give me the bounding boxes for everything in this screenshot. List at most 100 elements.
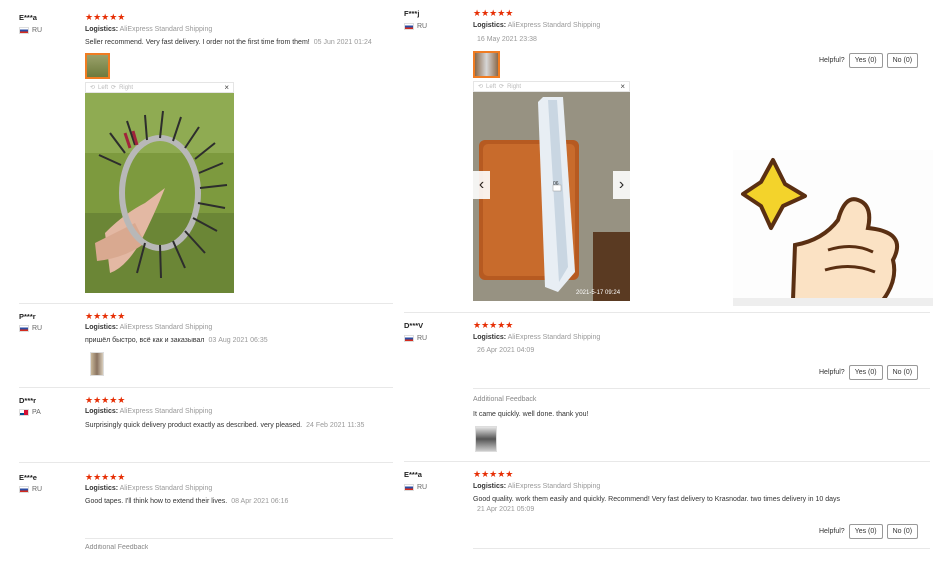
helpful-yes-button[interactable]: Yes (0)	[848, 365, 883, 380]
divider	[19, 387, 393, 388]
review-text-row: 16 May 2021 23:38	[473, 36, 537, 43]
helpful-row: Helpful? Yes (0) No (0)	[819, 524, 919, 539]
review-date: 03 Aug 2021 06:35	[208, 337, 268, 344]
review-text: Good quality. work them easily and quick…	[473, 496, 841, 503]
country-code: RU	[32, 486, 43, 493]
review-photo-thumbnail[interactable]	[473, 51, 500, 78]
star-rating: ★★★★★	[473, 8, 514, 18]
reviewer-name: P***r	[19, 312, 36, 321]
review-text: Surprisingly quick delivery product exac…	[85, 422, 303, 429]
reviewer-country: RU	[404, 23, 427, 30]
review-date: 16 May 2021 23:38	[477, 36, 537, 43]
helpful-label: Helpful?	[819, 369, 845, 376]
review-date: 08 Apr 2021 06:16	[231, 498, 289, 505]
reviewer-country: RU	[19, 486, 42, 493]
helpful-no-button[interactable]: No (0)	[886, 524, 919, 539]
logistics-info: Logistics: AliExpress Standard Shipping	[473, 22, 600, 29]
divider	[404, 461, 930, 462]
star-rating: ★★★★★	[473, 320, 514, 330]
flag-icon	[404, 484, 414, 491]
logistics-value: AliExpress Standard Shipping	[119, 324, 213, 331]
photo-label: 06	[553, 181, 559, 187]
helpful-label: Helpful?	[819, 528, 845, 535]
review-date: 26 Apr 2021 04:09	[477, 347, 535, 354]
logistics-info: Logistics: AliExpress Standard Shipping	[85, 485, 212, 492]
star-rating: ★★★★★	[85, 395, 126, 405]
divider	[85, 538, 393, 539]
helpful-row: Helpful? Yes (0) No (0)	[819, 365, 919, 380]
country-code: RU	[417, 23, 428, 30]
logistics-info: Logistics: AliExpress Standard Shipping	[85, 26, 212, 33]
rotate-left-label[interactable]: Left	[486, 84, 496, 90]
review-text-row: пришёл быстро, всё как и заказывал 03 Aug…	[85, 337, 268, 344]
logistics-info: Logistics: AliExpress Standard Shipping	[85, 408, 212, 415]
flag-icon	[404, 23, 414, 30]
photo-viewer-toolbar: ⟲ Left ⟳ Right ×	[85, 82, 234, 93]
review-photo-thumbnail[interactable]	[85, 53, 110, 79]
rotate-left-icon[interactable]: ⟲	[478, 83, 483, 90]
reviewer-country: RU	[19, 325, 42, 332]
star-rating: ★★★★★	[85, 472, 126, 482]
divider	[473, 388, 930, 389]
logistics-label: Logistics:	[85, 26, 119, 33]
review-photo-large	[85, 93, 234, 293]
rotate-right-icon[interactable]: ⟳	[111, 84, 116, 91]
logistics-label: Logistics:	[473, 22, 507, 29]
star-rating: ★★★★★	[473, 469, 514, 479]
divider	[19, 303, 393, 304]
logistics-value: AliExpress Standard Shipping	[507, 334, 601, 341]
divider	[19, 462, 393, 463]
divider	[404, 312, 930, 313]
logistics-value: AliExpress Standard Shipping	[507, 22, 601, 29]
rotate-right-label[interactable]: Right	[119, 85, 133, 91]
review-photo-thumbnail[interactable]	[90, 352, 104, 376]
review-text-row: Surprisingly quick delivery product exac…	[85, 422, 364, 429]
rotate-right-label[interactable]: Right	[507, 84, 521, 90]
star-rating: ★★★★★	[85, 311, 126, 321]
chevron-left-icon[interactable]: ‹	[473, 171, 490, 199]
rotate-left-icon[interactable]: ⟲	[90, 84, 95, 91]
logistics-label: Logistics:	[473, 483, 507, 490]
review-text: Seller recommend. Very fast delivery. I …	[85, 39, 310, 46]
country-code: RU	[417, 484, 428, 491]
flag-icon	[19, 409, 29, 416]
reviewer-country: RU	[19, 27, 42, 34]
star-rating: ★★★★★	[85, 12, 126, 22]
helpful-row: Helpful? Yes (0) No (0)	[819, 53, 919, 68]
reviewer-name: D***V	[404, 321, 424, 330]
rotate-right-icon[interactable]: ⟳	[499, 83, 504, 90]
reviewer-country: RU	[404, 484, 427, 491]
flag-icon	[404, 335, 414, 342]
review-date: 24 Feb 2021 11:35	[306, 422, 365, 429]
thumbs-up-sticker-icon	[733, 150, 933, 306]
divider	[473, 548, 930, 549]
flag-icon	[19, 325, 29, 332]
photo-viewer-toolbar: ⟲ Left ⟳ Right ×	[473, 81, 630, 92]
logistics-info: Logistics: AliExpress Standard Shipping	[473, 334, 600, 341]
reviewer-name: E***a	[19, 13, 37, 22]
review-text-row: Good tapes. I'll think how to extend the…	[85, 498, 288, 505]
rotate-left-label[interactable]: Left	[98, 85, 108, 91]
photo-timestamp: 2021-5-17 09:24	[576, 290, 621, 296]
close-icon[interactable]: ×	[620, 82, 625, 91]
reviewer-name: E***a	[404, 470, 422, 479]
additional-feedback-label: Additional Feedback	[85, 544, 149, 550]
helpful-yes-button[interactable]: Yes (0)	[848, 53, 883, 68]
country-code: RU	[417, 335, 428, 342]
helpful-yes-button[interactable]: Yes (0)	[848, 524, 883, 539]
helpful-no-button[interactable]: No (0)	[886, 365, 919, 380]
review-photo-thumbnail[interactable]	[475, 426, 497, 452]
reviewer-name: E***e	[19, 473, 37, 482]
review-date: 21 Apr 2021 05:09	[477, 506, 535, 513]
close-icon[interactable]: ×	[224, 83, 229, 92]
chevron-right-icon[interactable]: ›	[613, 171, 630, 199]
logistics-info: Logistics: AliExpress Standard Shipping	[473, 483, 600, 490]
flag-icon	[19, 27, 29, 34]
logistics-value: AliExpress Standard Shipping	[507, 483, 601, 490]
country-code: PA	[32, 409, 41, 416]
review-date: 05 Jun 2021 01:24	[313, 39, 372, 46]
review-text-row: Seller recommend. Very fast delivery. I …	[85, 39, 372, 46]
helpful-no-button[interactable]: No (0)	[886, 53, 919, 68]
reviewer-country: RU	[404, 335, 427, 342]
review-text-row: 21 Apr 2021 05:09	[473, 506, 534, 513]
